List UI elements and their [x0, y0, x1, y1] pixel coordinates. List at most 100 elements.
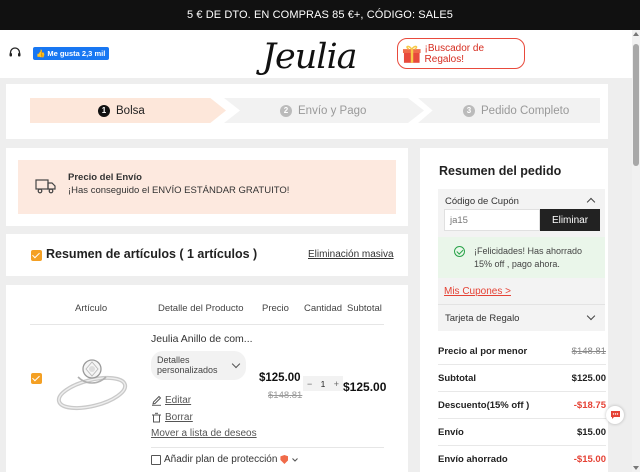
step-label: Bolsa — [116, 104, 145, 117]
step-order-complete: 3 Pedido Completo — [418, 98, 600, 123]
gift-box-icon — [402, 45, 421, 63]
summary-row-label: Precio al por menor — [438, 346, 528, 357]
custom-details-select[interactable]: Detalles personalizados — [151, 351, 246, 380]
protection-checkbox[interactable] — [151, 454, 161, 465]
items-summary-title: Resumen de artículos ( 1 artículos ) — [46, 247, 258, 261]
summary-divider — [438, 391, 606, 392]
gift-card-toggle[interactable]: Tarjeta de Regalo — [438, 304, 605, 331]
checkout-steps: 1 Bolsa 2 Envío y Pago 3 Pedido Completo — [6, 84, 608, 139]
gift-finder-label: ¡Buscador de Regalos! — [424, 42, 485, 65]
summary-row-value: $125.00 — [571, 373, 606, 384]
step-shipping-payment: 2 Envío y Pago — [224, 98, 424, 123]
item-old-price: $148.81 — [268, 390, 303, 401]
promo-text: 5 € DE DTO. EN COMPRAS 85 €+, CÓDIGO: SA… — [186, 9, 454, 21]
chat-button[interactable] — [606, 406, 624, 424]
trash-icon — [152, 412, 161, 423]
chevron-down-icon — [586, 311, 596, 321]
coupon-input[interactable]: ja15 — [444, 209, 540, 231]
step-bag: 1 Bolsa — [30, 98, 226, 123]
chevron-down-icon — [231, 359, 241, 369]
summary-row-value: -$15.00 — [573, 454, 606, 465]
product-name[interactable]: Jeulia Anillo de com... — [151, 333, 253, 345]
summary-row-value: -$18.75 — [573, 400, 606, 411]
col-header-subtotal: Subtotal — [347, 303, 382, 314]
summary-divider — [438, 364, 606, 365]
order-summary-title: Resumen del pedido — [439, 164, 562, 178]
shipping-title: Precio del Envío — [68, 172, 142, 183]
col-header-price: Precio — [262, 303, 289, 314]
summary-row-label: Envío ahorrado — [438, 454, 508, 465]
step-label: Pedido Completo — [481, 104, 570, 117]
step-label: Envío y Pago — [298, 104, 367, 117]
item-checkbox[interactable] — [31, 373, 42, 384]
qty-minus-button[interactable]: − — [307, 379, 312, 389]
custom-details-label: Detalles personalizados — [157, 355, 218, 375]
col-header-article: Artículo — [75, 303, 108, 314]
move-to-wishlist-link[interactable]: Mover a lista de deseos — [151, 428, 257, 439]
step-number: 2 — [280, 104, 292, 117]
summary-row-shipping: Envío $15.00 — [438, 427, 606, 438]
step-number: 1 — [98, 104, 110, 117]
header-divider — [30, 324, 384, 325]
shipping-notice: Precio del Envío ¡Has conseguido el ENVÍ… — [18, 160, 396, 214]
summary-row-label: Descuento(15% off ) — [438, 400, 530, 411]
truck-icon — [35, 179, 56, 194]
shield-icon — [280, 455, 289, 464]
items-summary-header: Resumen de artículos ( 1 artículos ) Eli… — [6, 234, 408, 276]
item-price: $125.00 — [259, 372, 301, 384]
protection-label: Añadir plan de protección — [164, 454, 278, 465]
mass-delete-link[interactable]: Eliminación masiva — [308, 249, 394, 260]
gift-finder-button[interactable]: ¡Buscador de Regalos! — [397, 38, 525, 69]
coupon-section: Código de Cupón ja15 Eliminar ¡Felicidad… — [438, 189, 605, 306]
shipping-text: ¡Has conseguido el ENVÍO ESTÁNDAR GRATUI… — [68, 185, 290, 196]
summary-divider — [438, 418, 606, 419]
summary-row-label: Envío — [438, 427, 464, 438]
promo-bar: 5 € DE DTO. EN COMPRAS 85 €+, CÓDIGO: SA… — [0, 0, 640, 30]
check-circle-icon — [454, 246, 465, 257]
scroll-up-arrow-icon[interactable] — [633, 32, 639, 36]
coupon-success-message: ¡Felicidades! Has ahorrado 15% off , pag… — [438, 237, 605, 278]
chat-bubble-icon — [610, 411, 620, 419]
row-divider — [151, 447, 384, 448]
my-coupons-link[interactable]: Mis Cupones > — [444, 286, 511, 297]
page-scrollbar[interactable] — [632, 30, 640, 472]
scroll-down-arrow-icon[interactable] — [633, 466, 639, 470]
coupon-label: Código de Cupón — [445, 196, 519, 207]
summary-row-retail: Precio al por menor $148.81 — [438, 346, 606, 357]
facebook-like-button[interactable]: 👍 Me gusta 2,3 mil — [33, 47, 110, 60]
summary-row-value: $15.00 — [576, 427, 606, 438]
order-summary: Resumen del pedido Código de Cupón ja15 … — [420, 148, 608, 472]
summary-row-label: Subtotal — [438, 373, 476, 384]
delete-link[interactable]: Borrar — [151, 412, 193, 423]
edit-label: Editar — [165, 395, 192, 406]
col-header-qty: Cantidad — [304, 303, 343, 314]
chevron-down-icon[interactable] — [291, 456, 299, 464]
qty-plus-button[interactable]: + — [334, 379, 339, 389]
step-number: 3 — [463, 104, 475, 117]
support-icon[interactable] — [8, 46, 22, 60]
qty-value[interactable]: 1 — [321, 379, 326, 389]
item-subtotal: $125.00 — [343, 380, 387, 394]
summary-row-subtotal: Subtotal $125.00 — [438, 373, 606, 384]
items-table: Artículo Detalle del Producto Precio Can… — [6, 285, 408, 472]
select-all-checkbox[interactable] — [31, 250, 42, 261]
shipping-card: Precio del Envío ¡Has conseguido el ENVÍ… — [6, 148, 408, 226]
scroll-thumb[interactable] — [633, 44, 639, 166]
quantity-stepper: − 1 + — [303, 376, 343, 391]
site-header: 👍 Me gusta 2,3 mil Jeulia ¡Buscador de R… — [0, 30, 632, 78]
edit-link[interactable]: Editar — [151, 395, 191, 406]
protection-plan-option[interactable]: Añadir plan de protección — [151, 454, 299, 465]
summary-row-value: $148.81 — [571, 346, 606, 357]
coupon-success-text: ¡Felicidades! Has ahorrado 15% off , pag… — [474, 246, 583, 269]
gift-card-label: Tarjeta de Regalo — [445, 313, 520, 324]
fb-like-label: Me gusta 2,3 mil — [47, 49, 106, 58]
product-image[interactable] — [48, 345, 134, 419]
remove-coupon-button[interactable]: Eliminar — [540, 209, 600, 231]
summary-divider — [438, 445, 606, 446]
thumbs-up-icon: 👍 — [36, 49, 46, 58]
site-logo[interactable]: Jeulia — [262, 35, 358, 79]
delete-label: Borrar — [165, 412, 193, 423]
chevron-up-icon[interactable] — [586, 197, 596, 207]
summary-row-shipping-saved: Envío ahorrado -$15.00 — [438, 454, 606, 465]
pencil-icon — [152, 395, 162, 406]
